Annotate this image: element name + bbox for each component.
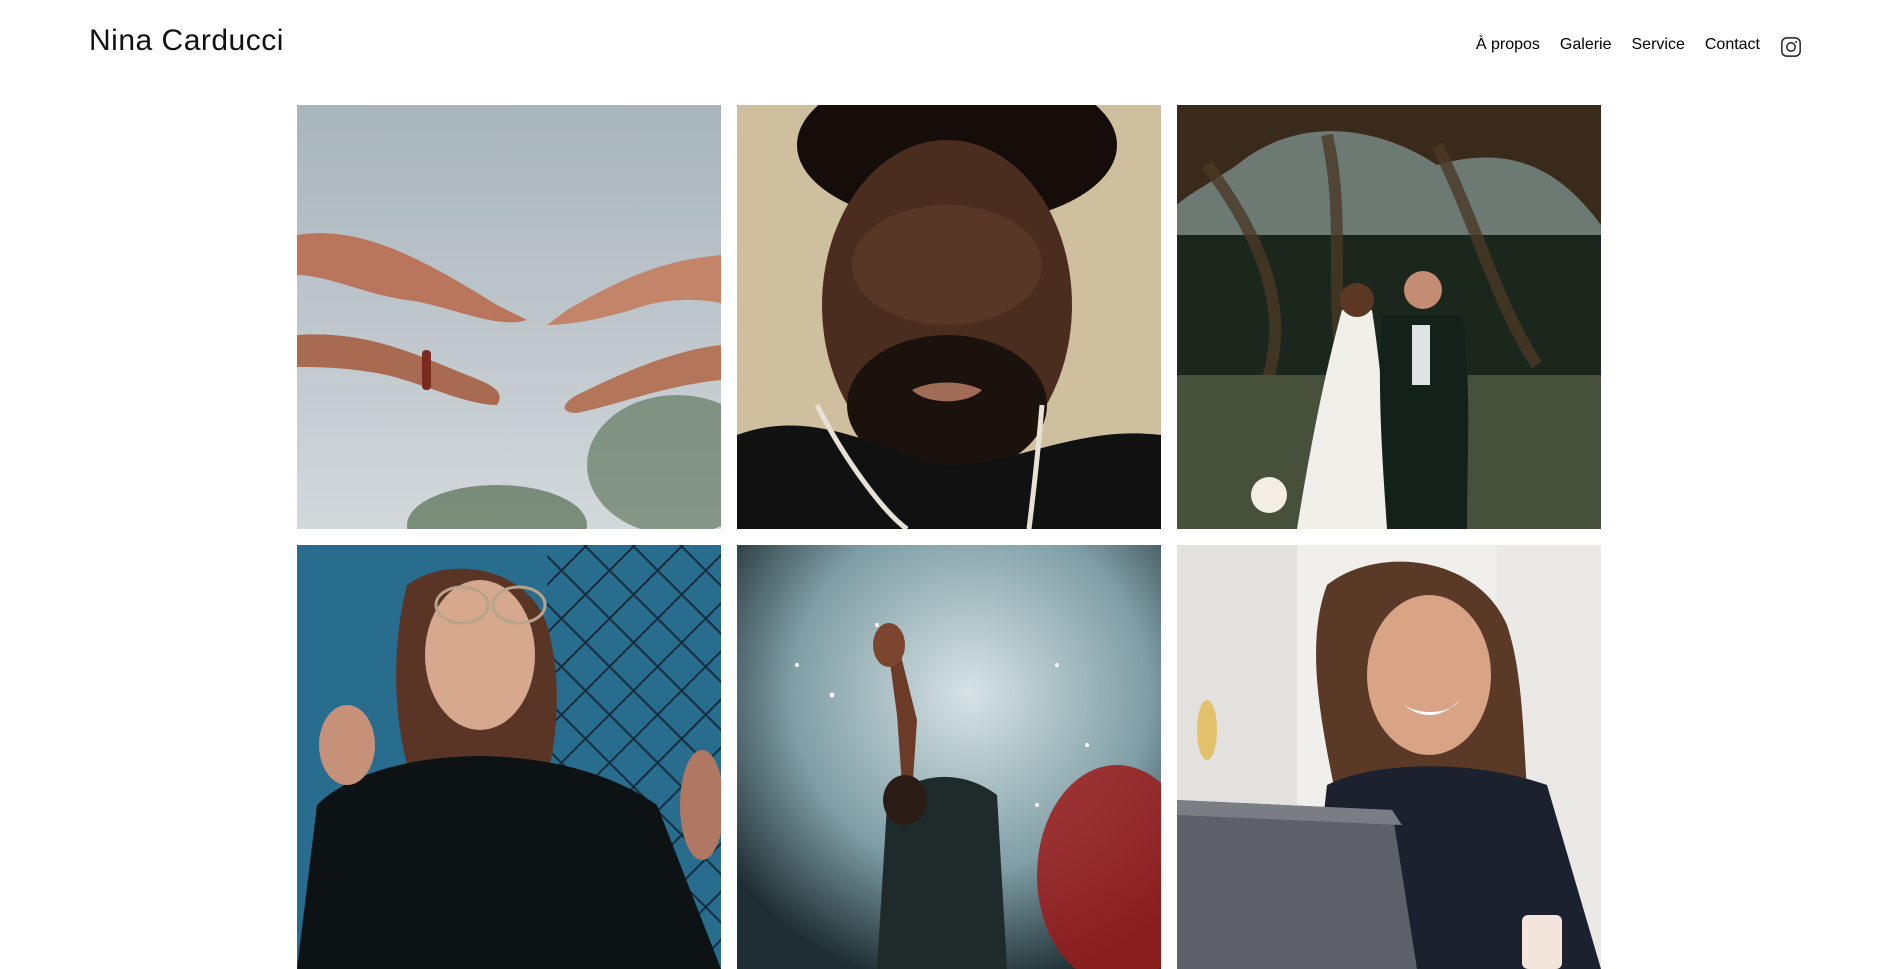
gallery-photo-wedding[interactable] xyxy=(1177,105,1601,529)
main-nav: À propos Galerie Service Contact xyxy=(1476,34,1802,58)
photo-gallery xyxy=(297,105,1602,969)
gallery-photo-woman-glasses[interactable] xyxy=(297,545,721,969)
gallery-photo-woman-laptop[interactable] xyxy=(1177,545,1601,969)
instagram-icon[interactable] xyxy=(1780,36,1802,58)
nav-link-galerie[interactable]: Galerie xyxy=(1560,36,1612,54)
gallery-photo-man-portrait[interactable] xyxy=(737,105,1161,529)
nav-link-a-propos[interactable]: À propos xyxy=(1476,36,1540,54)
site-brand[interactable]: Nina Carducci xyxy=(89,24,284,58)
site-header: Nina Carducci À propos Galerie Service C… xyxy=(0,0,1899,96)
nav-link-contact[interactable]: Contact xyxy=(1705,36,1760,54)
nav-link-service[interactable]: Service xyxy=(1632,36,1685,54)
gallery-photo-hands[interactable] xyxy=(297,105,721,529)
gallery-photo-concert[interactable] xyxy=(737,545,1161,969)
